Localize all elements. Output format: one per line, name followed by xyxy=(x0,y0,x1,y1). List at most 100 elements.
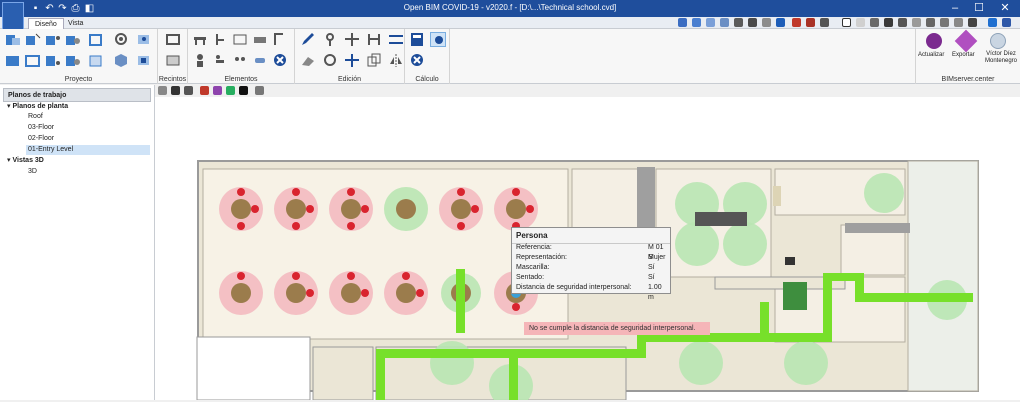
text-icon[interactable] xyxy=(870,18,879,27)
tree-node-02-floor[interactable]: 02-Floor xyxy=(28,134,148,144)
door-icon[interactable] xyxy=(272,32,288,47)
table-icon[interactable] xyxy=(192,32,208,47)
print-view-icon[interactable] xyxy=(255,86,264,95)
info-icon[interactable] xyxy=(912,18,921,27)
tools-icon[interactable] xyxy=(968,18,977,27)
tree-node-roof[interactable]: Roof xyxy=(28,112,148,122)
hatch-icon[interactable] xyxy=(884,18,893,27)
camera-icon[interactable] xyxy=(171,86,180,95)
align-icon[interactable] xyxy=(366,32,382,47)
preview-icon[interactable]: ◧ xyxy=(84,3,95,14)
export-button[interactable]: Exportar xyxy=(952,52,975,58)
room-edit-icon[interactable] xyxy=(165,53,181,68)
comment-icon[interactable] xyxy=(954,18,963,27)
erase-icon[interactable] xyxy=(300,53,316,68)
axes-icon[interactable] xyxy=(158,86,167,95)
building-edit-icon[interactable] xyxy=(88,32,104,47)
chevron-down-icon[interactable]: ▾ xyxy=(7,103,11,110)
pan-icon[interactable] xyxy=(748,18,757,27)
building-floors-icon[interactable] xyxy=(25,32,41,47)
pencil-icon[interactable] xyxy=(300,32,316,47)
tooltip-row: Sentado: Sí xyxy=(516,273,666,283)
settings-icon[interactable] xyxy=(926,18,935,27)
desk-icon[interactable] xyxy=(252,32,268,47)
tree-node-3d[interactable]: 3D xyxy=(28,167,148,177)
layers-view-icon[interactable] xyxy=(226,86,235,95)
zoom-window-icon[interactable] xyxy=(762,18,771,27)
mask-icon[interactable] xyxy=(252,53,268,68)
tab-diseno[interactable]: Diseño xyxy=(28,18,64,29)
tooltip-row: Referencia: M 01 S xyxy=(516,243,666,261)
reference-icon[interactable] xyxy=(792,18,801,27)
print-icon[interactable]: ⎙ xyxy=(70,3,81,14)
cube-icon[interactable] xyxy=(113,53,129,68)
undo-icon[interactable]: ↶ xyxy=(44,3,55,14)
cancel-calc-icon[interactable] xyxy=(409,53,425,68)
user-name[interactable]: Víctor Díez Montenegro xyxy=(982,51,1020,65)
select-icon[interactable] xyxy=(706,18,715,27)
calculate-icon[interactable] xyxy=(409,32,425,47)
settings-gear-icon[interactable] xyxy=(113,32,129,47)
person-view-icon[interactable] xyxy=(184,86,193,95)
view-settings-icon[interactable] xyxy=(136,32,152,47)
tree-node-01-entry-level[interactable]: 01-Entry Level xyxy=(26,145,150,155)
stretch-icon[interactable] xyxy=(388,32,404,47)
palette-icon[interactable] xyxy=(213,86,222,95)
tree-node-03-floor[interactable]: 03-Floor xyxy=(28,123,148,133)
check-view-icon[interactable] xyxy=(430,32,446,47)
snap-icon[interactable] xyxy=(806,18,815,27)
person-seated-icon[interactable] xyxy=(212,53,228,68)
help-icon[interactable] xyxy=(988,18,997,27)
move-icon[interactable] xyxy=(344,32,360,47)
building-user-icon[interactable] xyxy=(65,32,81,47)
update-button[interactable]: Actualizar xyxy=(918,52,944,58)
export-icon[interactable] xyxy=(954,29,978,53)
close-button[interactable]: ✕ xyxy=(992,0,1018,17)
floor-people-icon[interactable] xyxy=(45,53,61,68)
maximize-button[interactable]: ☐ xyxy=(966,0,992,17)
view-icon[interactable] xyxy=(678,18,687,27)
fullscreen-icon[interactable] xyxy=(856,18,865,27)
rotate-icon[interactable] xyxy=(322,53,338,68)
app-logo-icon[interactable] xyxy=(2,2,24,30)
chair-icon[interactable] xyxy=(212,32,228,47)
drawing-canvas[interactable]: Persona Referencia: M 01 S Representación… xyxy=(155,97,1020,402)
floor-table-icon[interactable] xyxy=(25,53,41,68)
eye-icon[interactable] xyxy=(239,86,248,95)
cancel-element-icon[interactable] xyxy=(272,53,288,68)
color-icon[interactable] xyxy=(200,86,209,95)
place-icon[interactable] xyxy=(322,32,338,47)
furniture-icon[interactable] xyxy=(232,32,248,47)
tab-bar: Diseño Vista xyxy=(0,17,1020,29)
floor-plan-icon[interactable] xyxy=(5,53,21,68)
save-icon[interactable]: ▪ xyxy=(30,3,41,14)
building-people-icon[interactable] xyxy=(45,32,61,47)
copy-icon[interactable] xyxy=(366,53,382,68)
people-group-icon[interactable] xyxy=(232,53,248,68)
view-3d-icon[interactable] xyxy=(136,53,152,68)
window-icon[interactable] xyxy=(842,18,851,27)
room-icon[interactable] xyxy=(165,32,181,47)
zoom-icon[interactable] xyxy=(734,18,743,27)
grid-icon[interactable] xyxy=(720,18,729,27)
mirror-icon[interactable] xyxy=(388,53,404,68)
tab-vista[interactable]: Vista xyxy=(62,18,89,29)
dimension-icon[interactable] xyxy=(898,18,907,27)
layers-icon[interactable] xyxy=(692,18,701,27)
move-arrows-icon[interactable] xyxy=(344,53,360,68)
about-icon[interactable] xyxy=(1002,18,1011,27)
update-icon[interactable] xyxy=(926,33,942,49)
person-icon[interactable] xyxy=(192,53,208,68)
redo-icon[interactable]: ↷ xyxy=(57,3,68,14)
minimize-button[interactable]: – xyxy=(942,0,968,17)
tree-node-planos-de-planta[interactable]: ▾ Planos de planta xyxy=(7,102,147,112)
floor-edit-icon[interactable] xyxy=(88,53,104,68)
floor-user-icon[interactable] xyxy=(65,53,81,68)
tree-node-vistas-3d[interactable]: ▾ Vistas 3D xyxy=(7,156,147,166)
panel-icon[interactable] xyxy=(940,18,949,27)
building-icon[interactable] xyxy=(5,32,21,47)
ortho-icon[interactable] xyxy=(820,18,829,27)
chevron-down-icon[interactable]: ▾ xyxy=(7,157,11,164)
refresh-icon[interactable] xyxy=(776,18,785,27)
user-avatar[interactable] xyxy=(990,33,1006,49)
